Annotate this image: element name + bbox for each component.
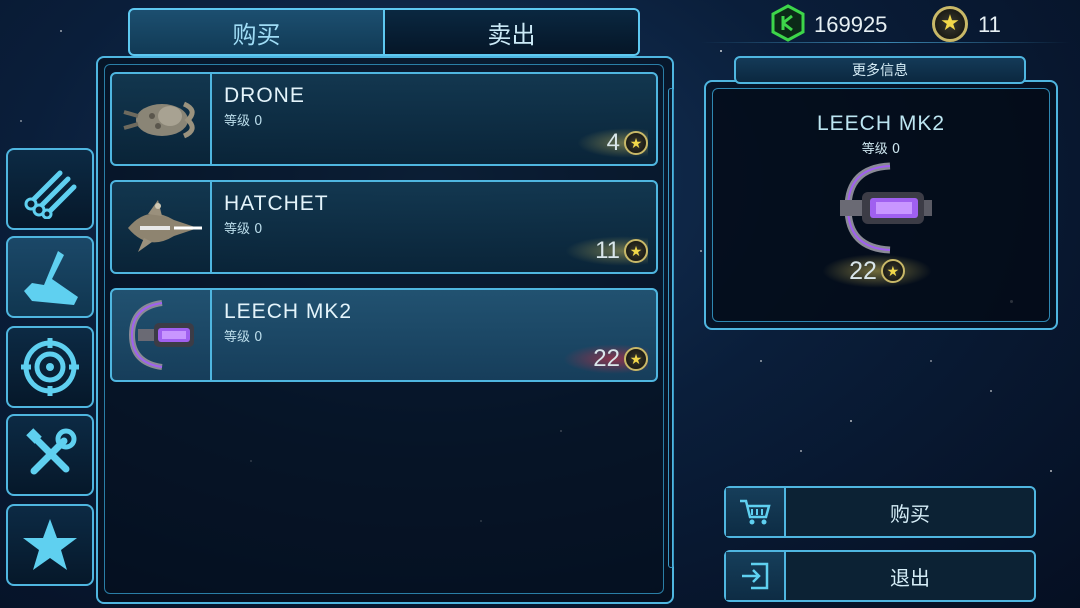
exit-icon-box: [726, 552, 786, 600]
scrollbar[interactable]: [668, 88, 674, 568]
drone-ship-thumbnail: [112, 74, 212, 164]
info-ship-price: 22 ★: [822, 254, 932, 288]
ship-row-hatchet[interactable]: HATCHET 等级 0 11 ★: [110, 180, 658, 274]
category-ships-button[interactable]: [6, 236, 94, 318]
star-coin-icon: ★: [880, 259, 905, 283]
leech-ship-thumbnail: [112, 290, 212, 380]
category-favorites-button[interactable]: [6, 504, 94, 586]
ship-name: HATCHET: [224, 192, 329, 215]
category-pipes-button[interactable]: [6, 148, 94, 230]
tools-icon: [26, 428, 77, 475]
star-coin-icon: ★: [932, 6, 968, 42]
tab-sell[interactable]: 卖出: [384, 8, 640, 56]
ship-price: 4 ★: [576, 128, 648, 158]
exit-button[interactable]: 退出: [724, 550, 1036, 602]
pipes-icon: [24, 170, 77, 219]
star-coin-icon: ★: [624, 131, 648, 155]
ship-row-leech-mk2[interactable]: LEECH MK2 等级 0 22 ★: [110, 288, 658, 382]
leech-ship-icon: [24, 251, 78, 305]
divider: [700, 42, 1070, 43]
info-ship-name: LEECH MK2: [816, 112, 946, 135]
price-value: 11: [595, 237, 620, 264]
buy-button-label: 购买: [890, 501, 930, 526]
ship-price: 22 ★: [563, 344, 648, 374]
star-coin-icon: ★: [624, 347, 648, 371]
tab-buy[interactable]: 购买: [128, 8, 384, 56]
green-cube-icon: [771, 4, 805, 42]
crosshair-icon: [21, 338, 79, 396]
ship-name: DRONE: [224, 84, 305, 107]
price-value: 22: [593, 345, 620, 372]
ship-name: LEECH MK2: [224, 300, 353, 323]
exit-button-label: 退出: [890, 565, 930, 590]
stars-value: 11: [978, 12, 1001, 37]
hatchet-ship-thumbnail: [112, 182, 212, 272]
cart-icon: [740, 499, 771, 525]
more-info-button[interactable]: 更多信息: [734, 56, 1026, 84]
price-value: 4: [606, 129, 620, 156]
ship-level: 等级 0: [224, 222, 263, 237]
exit-icon: [742, 562, 769, 590]
ship-level: 等级 0: [224, 330, 263, 345]
credits-value: 169925: [814, 12, 888, 37]
category-targeting-button[interactable]: [6, 326, 94, 408]
ship-level: 等级 0: [224, 114, 263, 129]
buy-button[interactable]: 购买: [724, 486, 1036, 538]
ship-row-drone[interactable]: DRONE 等级 0 4 ★: [110, 72, 658, 166]
price-value: 22: [849, 256, 877, 285]
info-ship-level: 等级 0: [861, 142, 901, 157]
star-coin-icon: ★: [624, 239, 648, 263]
category-upgrades-button[interactable]: [6, 414, 94, 496]
ship-price: 11 ★: [565, 236, 648, 266]
leech-ship-preview: [840, 162, 932, 254]
cart-icon-box: [726, 488, 786, 536]
currency-bar: 169925 ★ 11: [760, 4, 1070, 42]
star-icon: [23, 519, 77, 570]
